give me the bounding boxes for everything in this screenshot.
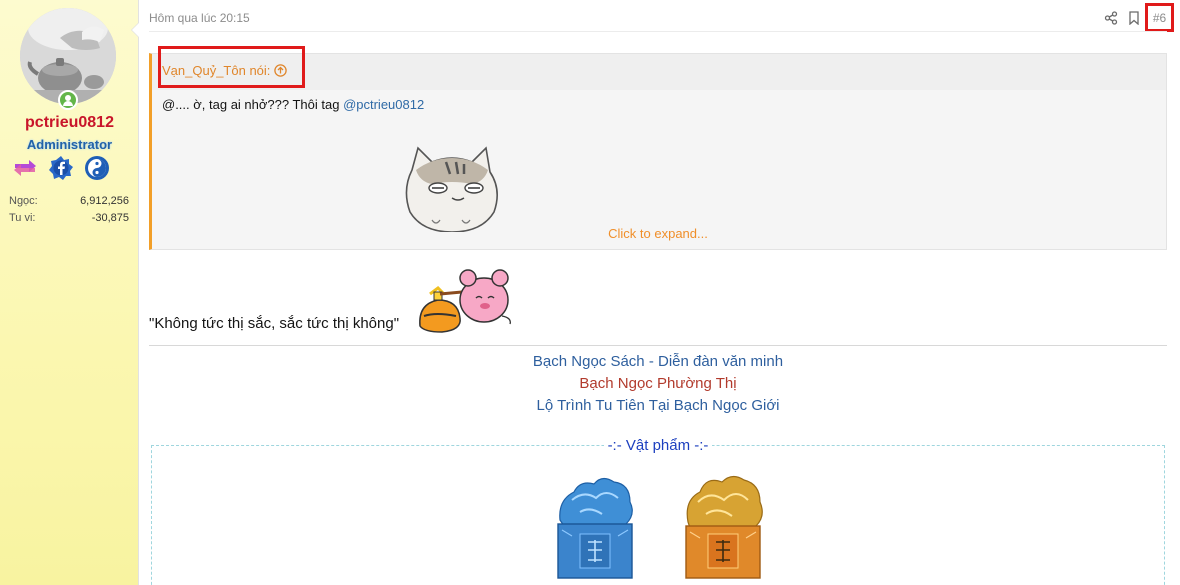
items-box [151, 445, 1165, 585]
cat-sticker-image [405, 146, 498, 232]
stat-row-ngoc: Ngọc: 6,912,256 [9, 193, 129, 210]
signature-link-guide[interactable]: Lộ Trình Tu Tiên Tại Bạch Ngọc Giới [149, 395, 1167, 417]
blue-jade-seal-image[interactable] [550, 470, 640, 585]
signature: Bạch Ngọc Sách - Diễn đàn văn minh Bạch … [149, 351, 1167, 417]
sidebar-pointer-inner [132, 23, 139, 37]
amber-jade-seal-image[interactable] [678, 470, 768, 585]
post-body-text: "Không tức thị sắc, sắc tức thị không" [149, 315, 400, 332]
signature-link-market[interactable]: Bạch Ngọc Phường Thị [149, 373, 1167, 395]
post-date[interactable]: Hôm qua lúc 20:15 [149, 11, 250, 25]
username[interactable]: pctrieu0812 [0, 114, 139, 132]
items-title-text: -:- Vật phẩm -:- [603, 437, 713, 454]
stat-value: 6,912,256 [80, 195, 129, 207]
quote-text: @.... ờ, tag ai nhở??? Thôi tag @pctrieu… [162, 97, 424, 112]
header-divider [149, 31, 1167, 32]
stat-label: Ngọc: [9, 195, 38, 207]
facebook-badge-icon[interactable] [48, 155, 74, 181]
user-mention-link[interactable]: @pctrieu0812 [343, 97, 424, 112]
stat-label: Tu vi: [9, 212, 36, 224]
signature-link-forum[interactable]: Bạch Ngọc Sách - Diễn đàn văn minh [149, 351, 1167, 373]
user-title: Administrator [26, 137, 113, 152]
post-number-link[interactable]: #6 [1145, 3, 1174, 32]
click-to-expand-link[interactable]: Click to expand... [149, 226, 1167, 241]
user-stats: Ngọc: 6,912,256 Tu vi: -30,875 [9, 193, 129, 227]
stat-row-tu-vi: Tu vi: -30,875 [9, 210, 129, 227]
user-sidebar: pctrieu0812 Administrator Ngọc: 6,912,25… [0, 0, 139, 585]
share-icon[interactable] [1099, 6, 1123, 30]
signature-divider [149, 345, 1167, 346]
quote-author-link[interactable]: Vạn_Quỷ_Tôn nói: [162, 63, 288, 78]
quote-text-prefix: @.... ờ, tag ai nhở??? Thôi tag [162, 97, 344, 112]
user-badges [10, 155, 130, 183]
forum-post: pctrieu0812 Administrator Ngọc: 6,912,25… [0, 0, 1180, 585]
hammer-mouse-sticker-image [419, 269, 511, 333]
bookmark-icon[interactable] [1122, 6, 1146, 30]
swap-badge-icon[interactable] [12, 155, 38, 181]
arrow-up-circle-icon[interactable] [274, 64, 288, 77]
stat-value: -30,875 [91, 212, 129, 224]
yinyang-badge-icon[interactable] [84, 155, 110, 181]
quote-author-label: Vạn_Quỷ_Tôn nói: [162, 63, 271, 78]
online-status-icon [58, 90, 78, 110]
items-title: -:- Vật phẩm -:- [149, 437, 1167, 454]
avatar-container[interactable] [20, 8, 116, 110]
